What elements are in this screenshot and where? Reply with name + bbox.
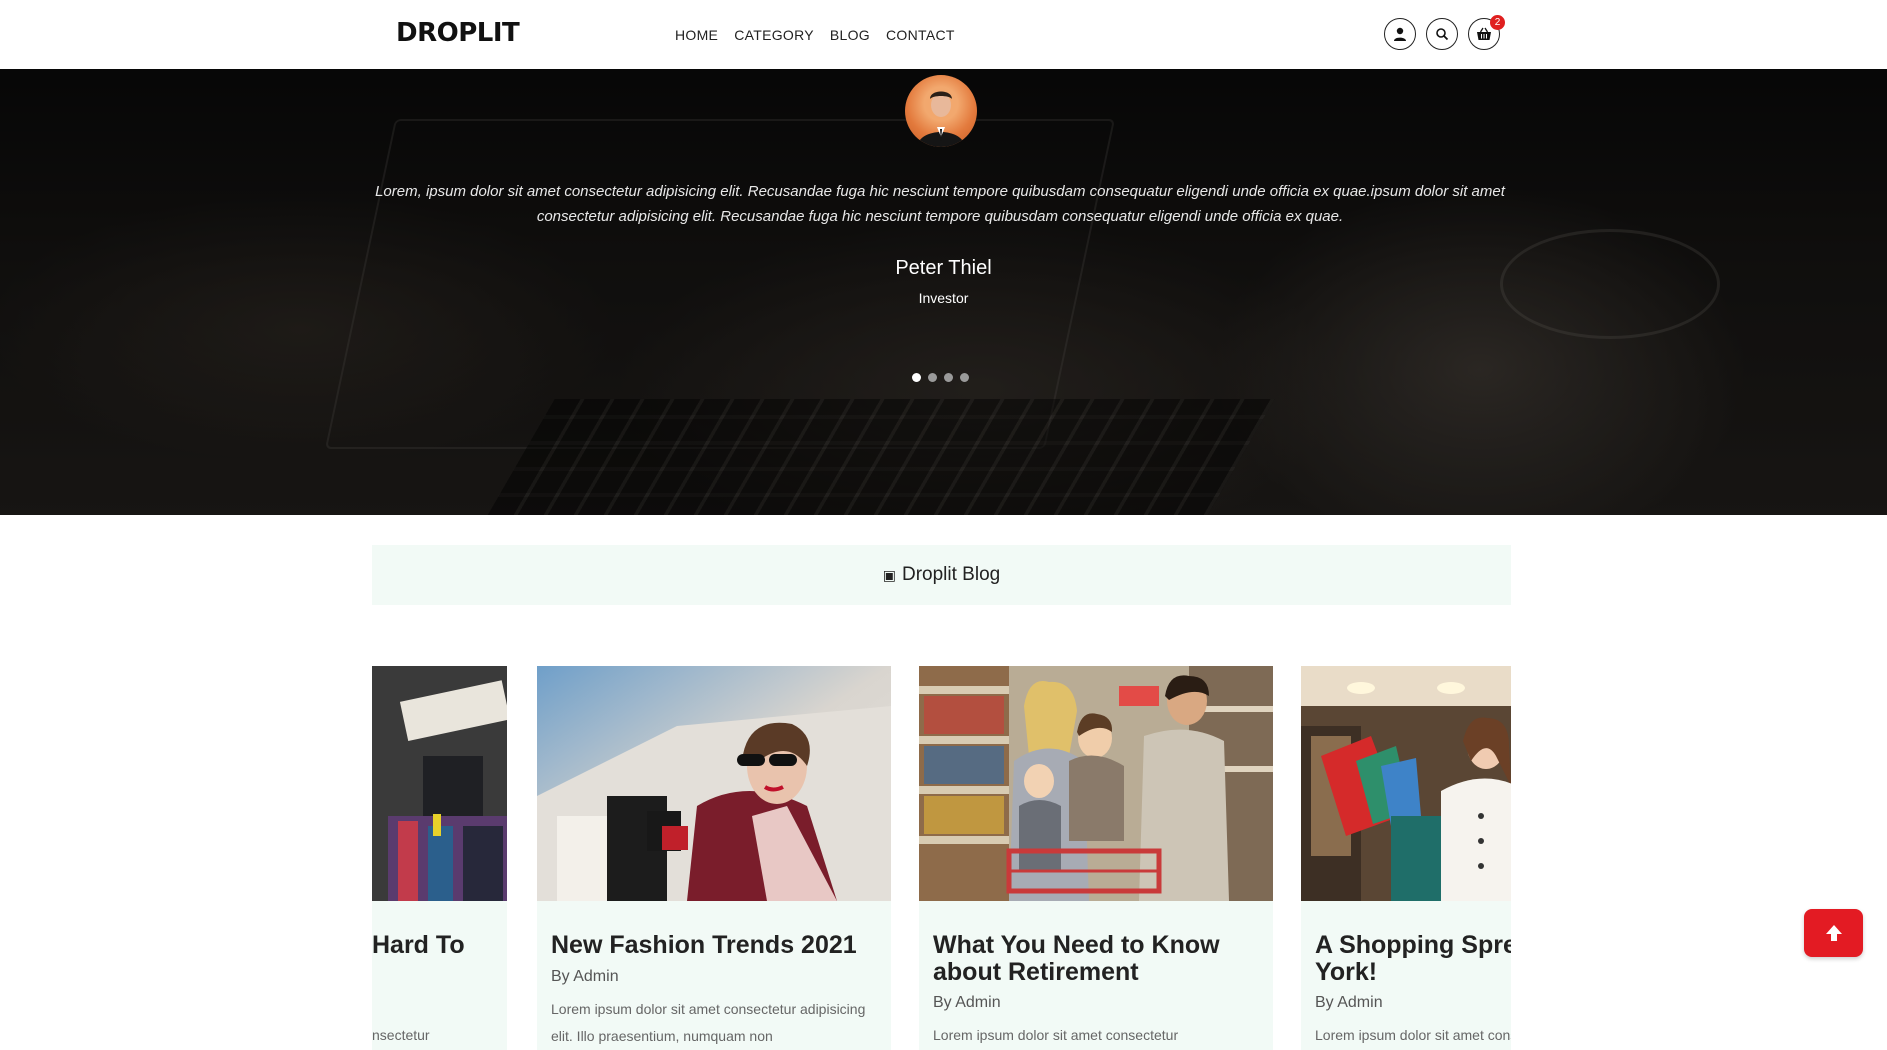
- testimonial-hero: Lorem, ipsum dolor sit amet consectetur …: [0, 69, 1887, 515]
- blog-card-author: By Admin: [933, 994, 1001, 1011]
- blog-card-image[interactable]: [919, 666, 1273, 901]
- search-button[interactable]: [1426, 18, 1458, 50]
- nav-home[interactable]: HOME: [675, 27, 718, 43]
- nav-category[interactable]: CATEGORY: [734, 27, 814, 43]
- family-shopping-image: [919, 666, 1273, 901]
- main-nav: HOME CATEGORY BLOG CONTACT: [675, 27, 955, 43]
- fashion-woman-image: [537, 666, 891, 901]
- site-header: DROPLIT HOME CATEGORY BLOG CONTACT 2: [0, 0, 1887, 69]
- blog-card[interactable]: Hard To nsectetur: [372, 666, 507, 1050]
- square-icon: ▣: [882, 566, 896, 583]
- blog-card-image[interactable]: [1301, 666, 1511, 901]
- nav-contact[interactable]: CONTACT: [886, 27, 955, 43]
- blog-card-excerpt: Lorem ipsum dolor sit amet consectetur: [933, 1027, 1179, 1043]
- blog-card-title[interactable]: New Fashion Trends 2021: [551, 932, 891, 959]
- back-to-top-button[interactable]: [1804, 909, 1863, 957]
- shopping-bags-woman-image: [1301, 666, 1511, 901]
- blog-card-title[interactable]: A Shopping Spree In New York!: [1315, 932, 1511, 986]
- person-portrait-icon: [917, 91, 965, 147]
- carousel-dot-1[interactable]: [912, 373, 921, 382]
- blog-card-image[interactable]: [537, 666, 891, 901]
- blog-card-image[interactable]: [372, 666, 507, 901]
- search-icon: [1436, 28, 1449, 41]
- blog-card[interactable]: A Shopping Spree In New York! By Admin L…: [1301, 666, 1511, 1050]
- brand-logo[interactable]: DROPLIT: [396, 18, 520, 48]
- cart-count-badge: 2: [1490, 15, 1505, 30]
- carousel-dot-2[interactable]: [928, 373, 937, 382]
- testimonial-name: Peter Thiel: [895, 257, 992, 279]
- carousel-dot-4[interactable]: [960, 373, 969, 382]
- blog-card-author: By Admin: [551, 968, 619, 985]
- blog-section-title: Droplit Blog: [902, 564, 1001, 585]
- testimonial-quote: Lorem, ipsum dolor sit amet consectetur …: [375, 183, 1505, 225]
- carousel-dots: [912, 373, 969, 382]
- blog-card[interactable]: New Fashion Trends 2021 By Admin Lorem i…: [537, 666, 891, 1050]
- account-button[interactable]: [1384, 18, 1416, 50]
- testimonial-avatar: [905, 75, 977, 147]
- blog-carousel: Hard To nsectetur New Fashion Trends 202…: [372, 666, 1511, 1050]
- testimonial-role: Investor: [918, 290, 969, 306]
- cart-icon: [1477, 27, 1491, 40]
- clothing-store-image: [372, 666, 507, 901]
- blog-card[interactable]: What You Need to Know about Retirement B…: [919, 666, 1273, 1050]
- blog-card-excerpt: Lorem ipsum dolor sit amet consectetur a…: [551, 1001, 866, 1044]
- blog-section-header: ▣ Droplit Blog: [372, 545, 1511, 605]
- nav-blog[interactable]: BLOG: [830, 27, 870, 43]
- cart-button[interactable]: 2: [1468, 15, 1505, 50]
- carousel-dot-3[interactable]: [944, 373, 953, 382]
- blog-card-author: By Admin: [1315, 994, 1383, 1011]
- blog-card-excerpt: Lorem ipsum dolor sit amet consectetur: [1315, 1027, 1511, 1043]
- user-icon: [1394, 27, 1406, 41]
- blog-card-title[interactable]: What You Need to Know about Retirement: [933, 932, 1253, 986]
- arrow-up-icon: [1825, 925, 1842, 941]
